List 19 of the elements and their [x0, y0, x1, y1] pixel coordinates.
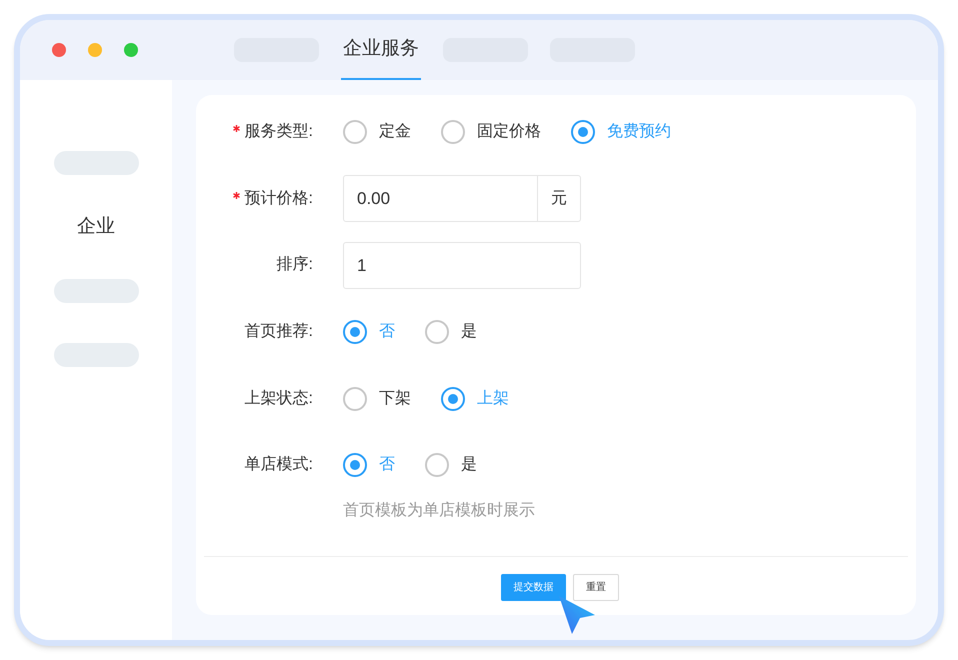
radio-option[interactable]: 定金: [343, 120, 411, 144]
input-field[interactable]: 1: [343, 242, 581, 289]
field-label: 上架状态:: [244, 388, 313, 409]
hint-text: 首页模板为单店模板时展示: [343, 500, 535, 521]
field-label: 服务类型:: [244, 122, 313, 142]
reset-button[interactable]: 重置: [573, 574, 619, 601]
radio-option[interactable]: 固定价格: [441, 120, 541, 144]
radio-option[interactable]: 下架: [343, 386, 411, 411]
radio-option[interactable]: 是: [425, 453, 477, 478]
field-label: 首页推荐:: [244, 322, 313, 342]
tab[interactable]: 企业服务: [341, 20, 421, 80]
sidebar-item[interactable]: 企业: [69, 212, 123, 242]
cursor-icon: [558, 595, 596, 635]
input-field[interactable]: 0.00: [343, 175, 538, 222]
unit-suffix: 元: [538, 175, 581, 222]
field-label: 单店模式:: [244, 454, 313, 476]
field-label: 预计价格:: [244, 188, 313, 209]
radio-option[interactable]: 是: [425, 320, 477, 344]
field-label: 排序:: [276, 254, 313, 276]
